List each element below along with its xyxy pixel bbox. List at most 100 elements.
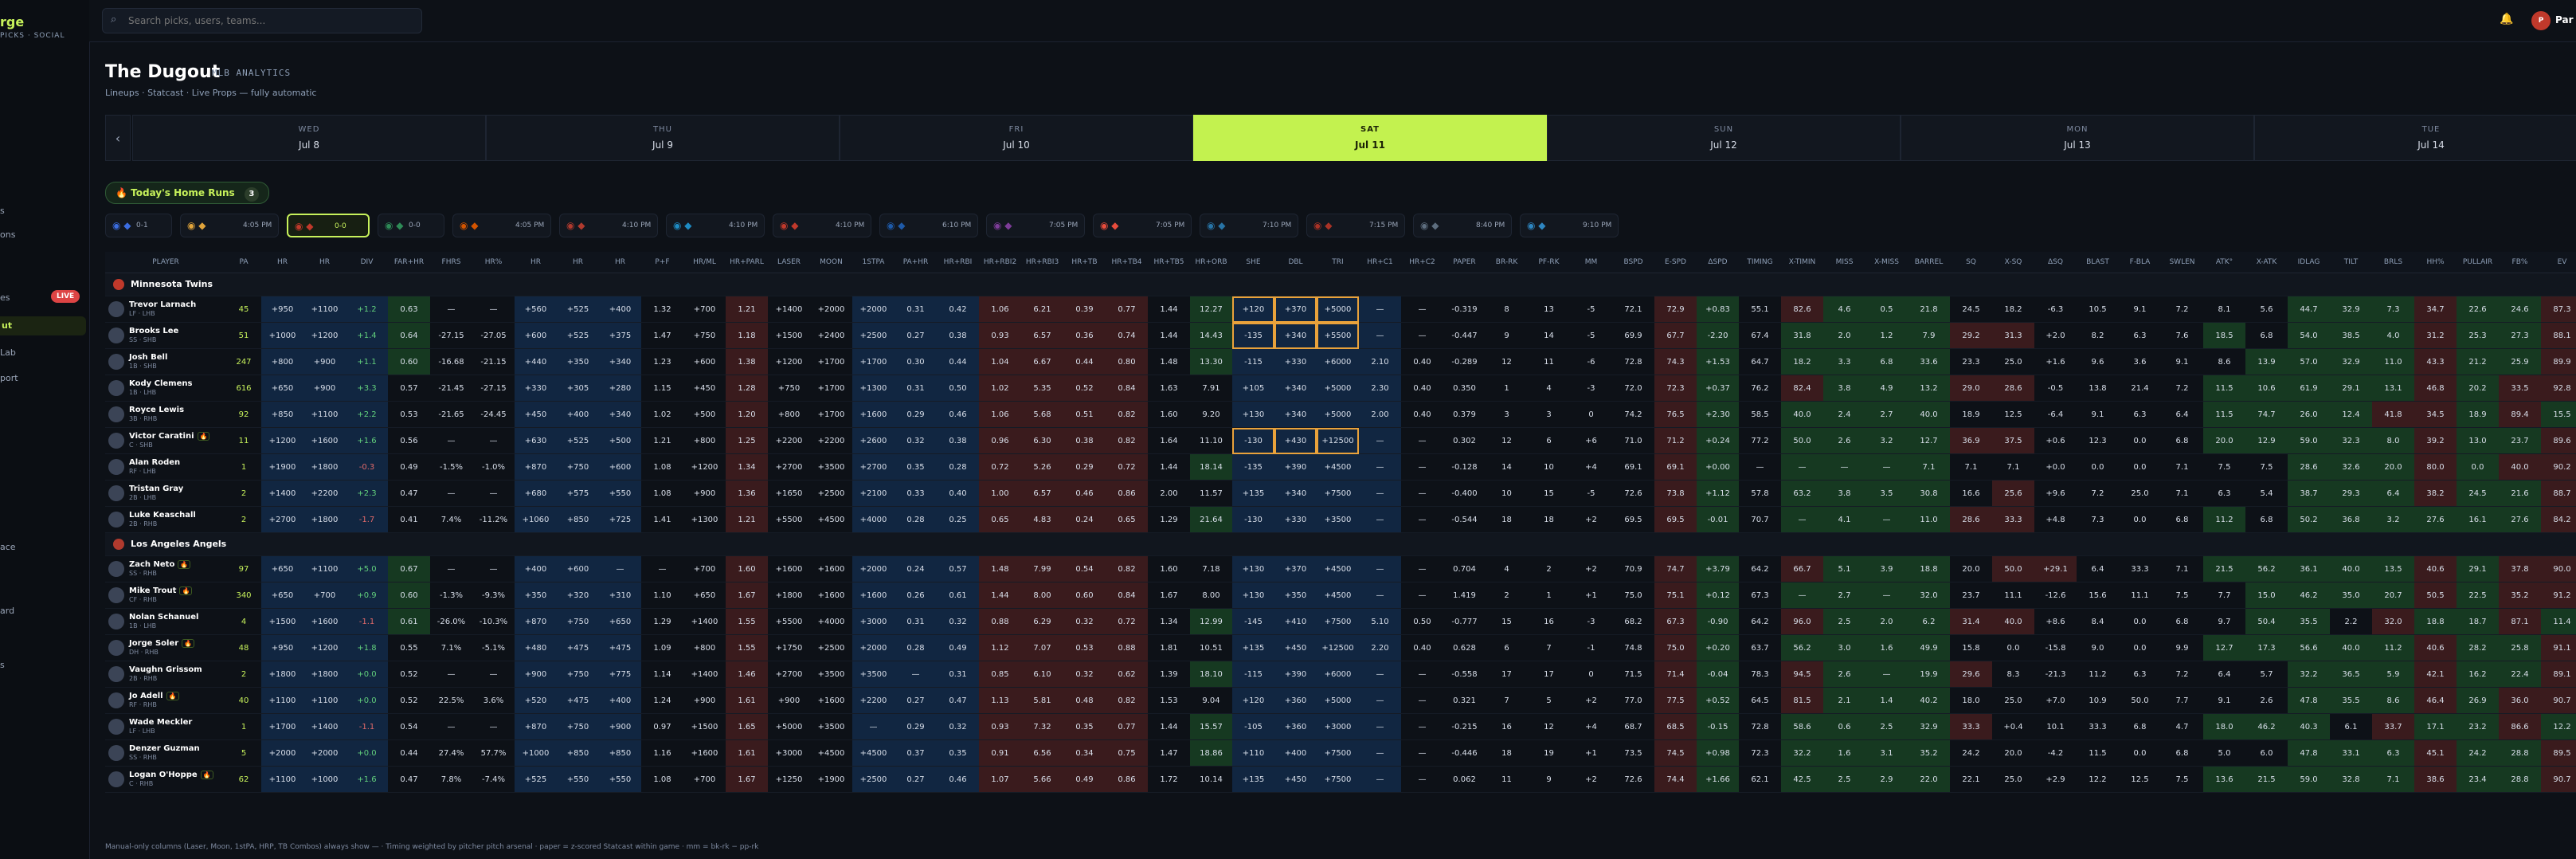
column-header[interactable]: 1STPA [852, 252, 895, 273]
game-chip[interactable]: ◉ ◆ 4:05 PM [180, 214, 279, 237]
player-row[interactable]: Josh Bell 1B · SHB 247 +800 +900 +1.1 0.60 -16.… [105, 348, 2576, 375]
column-header[interactable]: X-TIMIN [1781, 252, 1823, 273]
player-row[interactable]: Wade Meckler LF · LHB 1 +1700 +1400 -1.1 0.54—… [105, 713, 2576, 740]
sidebar-item-7[interactable]: ard [0, 606, 14, 616]
column-header[interactable]: MISS [1823, 252, 1865, 273]
chevron-left-icon[interactable]: ‹ [105, 115, 131, 161]
player-cell[interactable]: Brooks Lee SS · SHB [105, 322, 226, 349]
player-cell[interactable]: Trevor Larnach LF · LHB [105, 296, 226, 323]
player-row[interactable]: Jo Adell 🔥 RF · RHB 40 +1100 +1100 +0.0 0.52 22.… [105, 687, 2576, 714]
player-row[interactable]: Logan O'Hoppe 🔥 C · RHB 62 +1100 +1000 +1.6 0.4… [105, 766, 2576, 793]
player-cell[interactable]: Luke Keaschall 2B · RHB [105, 506, 226, 533]
column-header[interactable]: BRLS [2372, 252, 2414, 273]
game-chip[interactable]: ◉ ◆ 0-1 [105, 214, 172, 237]
player-cell[interactable]: Denzer Guzman SS · RHB [105, 739, 226, 767]
column-header[interactable]: F-BLA [2119, 252, 2161, 273]
player-row[interactable]: Jorge Soler 🔥 DH · RHB 48 +950 +1200 +1.8 0.55 7… [105, 634, 2576, 661]
column-header[interactable]: X-MISS [1865, 252, 1908, 273]
sidebar-item-6[interactable]: ace [0, 542, 16, 552]
brand-logo[interactable]: rge [0, 14, 24, 29]
player-cell[interactable]: Kody Clemens 1B · LHB [105, 375, 226, 402]
column-header[interactable]: SHE [1232, 252, 1274, 273]
search-box[interactable]: ⌕ [102, 8, 422, 33]
player-row[interactable]: Tristan Gray 2B · LHB 2 +1400 +2200 +2.3 0.47—… [105, 480, 2576, 507]
column-header[interactable]: HR+RBI2 [979, 252, 1021, 273]
player-row[interactable]: Luke Keaschall 2B · RHB 2 +2700 +1800 -1.7 0.4… [105, 506, 2576, 533]
sidebar-item-8[interactable]: s [0, 660, 5, 670]
column-header[interactable]: PA+HR [895, 252, 937, 273]
column-header[interactable]: LASER [768, 252, 810, 273]
sidebar-item-1[interactable]: ons [0, 229, 15, 240]
game-chip[interactable]: ◉ ◆ 4:10 PM [559, 214, 658, 237]
column-header[interactable]: HH% [2414, 252, 2457, 273]
column-header[interactable]: FHRS [430, 252, 472, 273]
column-header[interactable]: HR% [472, 252, 515, 273]
column-header[interactable]: HR [557, 252, 599, 273]
bell-icon[interactable]: 🔔 [2500, 13, 2513, 25]
column-header[interactable]: ATK° [2203, 252, 2245, 273]
column-header[interactable]: ΔSQ [2034, 252, 2077, 273]
column-header[interactable]: IDLAG [2288, 252, 2330, 273]
avatar[interactable]: P [2531, 11, 2551, 30]
player-row[interactable]: Brooks Lee SS · SHB 51 +1000 +1200 +1.4 0.64 -2… [105, 322, 2576, 349]
column-header[interactable]: MOON [810, 252, 852, 273]
day-tab[interactable]: MON Jul 13 [1901, 115, 2254, 161]
column-header[interactable]: BLAST [2077, 252, 2119, 273]
column-header[interactable]: BSPD [1612, 252, 1654, 273]
column-header[interactable]: HR+ORB [1190, 252, 1232, 273]
player-row[interactable]: Zach Neto 🔥 SS · RHB 97 +650 +1100 +5.0 0.67— — +… [105, 555, 2576, 582]
column-header[interactable]: HR [515, 252, 557, 273]
player-row[interactable]: Mike Trout 🔥 CF · RHB 340 +650 +700 +0.9 0.60 -1… [105, 582, 2576, 609]
day-tab[interactable]: TUE Jul 14 [2254, 115, 2576, 161]
sidebar-item-2[interactable]: es [0, 292, 10, 303]
sidebar-item-dugout[interactable]: ut [0, 316, 86, 335]
player-cell[interactable]: Wade Meckler LF · LHB [105, 713, 226, 740]
column-header[interactable]: HR+RBI [937, 252, 979, 273]
player-cell[interactable]: Tristan Gray 2B · LHB [105, 480, 226, 507]
player-row[interactable]: Kody Clemens 1B · LHB 616 +650 +900 +3.3 0.57-… [105, 375, 2576, 402]
player-cell[interactable]: Josh Bell 1B · SHB [105, 348, 226, 375]
player-cell[interactable]: Jorge Soler 🔥 DH · RHB [105, 634, 226, 661]
column-header[interactable]: HR/ML [683, 252, 726, 273]
column-header[interactable]: HR [261, 252, 303, 273]
column-header[interactable]: P+F [641, 252, 683, 273]
sidebar-item-0[interactable]: s [0, 206, 5, 216]
player-cell[interactable]: Zach Neto 🔥 SS · RHB [105, 555, 226, 582]
player-cell[interactable]: Nolan Schanuel 1B · LHB [105, 608, 226, 635]
home-runs-button[interactable]: 🔥 Today's Home Runs 3 [105, 182, 269, 204]
game-chip[interactable]: ◉ ◆ 6:10 PM [879, 214, 978, 237]
day-tab[interactable]: FRI Jul 10 [840, 115, 1193, 161]
column-header[interactable]: BR-RK [1486, 252, 1528, 273]
column-header[interactable]: HR+C1 [1359, 252, 1401, 273]
column-header[interactable]: PAPER [1443, 252, 1486, 273]
player-cell[interactable]: Mike Trout 🔥 CF · RHB [105, 582, 226, 609]
player-cell[interactable]: Jo Adell 🔥 RF · RHB [105, 687, 226, 714]
column-header[interactable]: TRI [1317, 252, 1359, 273]
column-header[interactable]: HR [303, 252, 346, 273]
column-header[interactable]: HR [599, 252, 641, 273]
day-tab[interactable]: SAT Jul 11 [1193, 115, 1547, 161]
column-header[interactable]: DIV [346, 252, 388, 273]
column-header[interactable]: BARREL [1908, 252, 1950, 273]
game-chip[interactable]: ◉ ◆ 4:05 PM [452, 214, 551, 237]
sidebar-item-4[interactable]: Lab [0, 347, 16, 358]
day-tab[interactable]: SUN Jul 12 [1547, 115, 1901, 161]
column-header[interactable]: E-SPD [1654, 252, 1697, 273]
column-header[interactable]: HR+PARL [726, 252, 768, 273]
player-cell[interactable]: Victor Caratini 🔥 C · SHB [105, 427, 226, 454]
column-header[interactable]: SWLEN [2161, 252, 2203, 273]
day-tab[interactable]: WED Jul 8 [132, 115, 486, 161]
game-chip[interactable]: ◉ ◆ 7:05 PM [1093, 214, 1192, 237]
game-chip[interactable]: ◉ ◆ 9:10 PM [1520, 214, 1619, 237]
column-header[interactable]: HR+TB5 [1148, 252, 1190, 273]
column-header[interactable]: HR+RBI3 [1021, 252, 1063, 273]
player-cell[interactable]: Logan O'Hoppe 🔥 C · RHB [105, 766, 226, 793]
column-header[interactable]: PULLAIR [2457, 252, 2499, 273]
column-header[interactable]: MM [1570, 252, 1612, 273]
column-header[interactable]: X-ATK [2245, 252, 2288, 273]
player-row[interactable]: Vaughn Grissom 2B · RHB 2 +1800 +1800 +0.0 0.5… [105, 661, 2576, 688]
game-chip[interactable]: ◉ ◆ 7:05 PM [986, 214, 1085, 237]
column-header[interactable]: TIMING [1739, 252, 1781, 273]
player-row[interactable]: Trevor Larnach LF · LHB 45 +950 +1100 +1.2 0.6… [105, 296, 2576, 323]
player-row[interactable]: Royce Lewis 3B · RHB 92 +850 +1100 +2.2 0.53 -2… [105, 401, 2576, 428]
